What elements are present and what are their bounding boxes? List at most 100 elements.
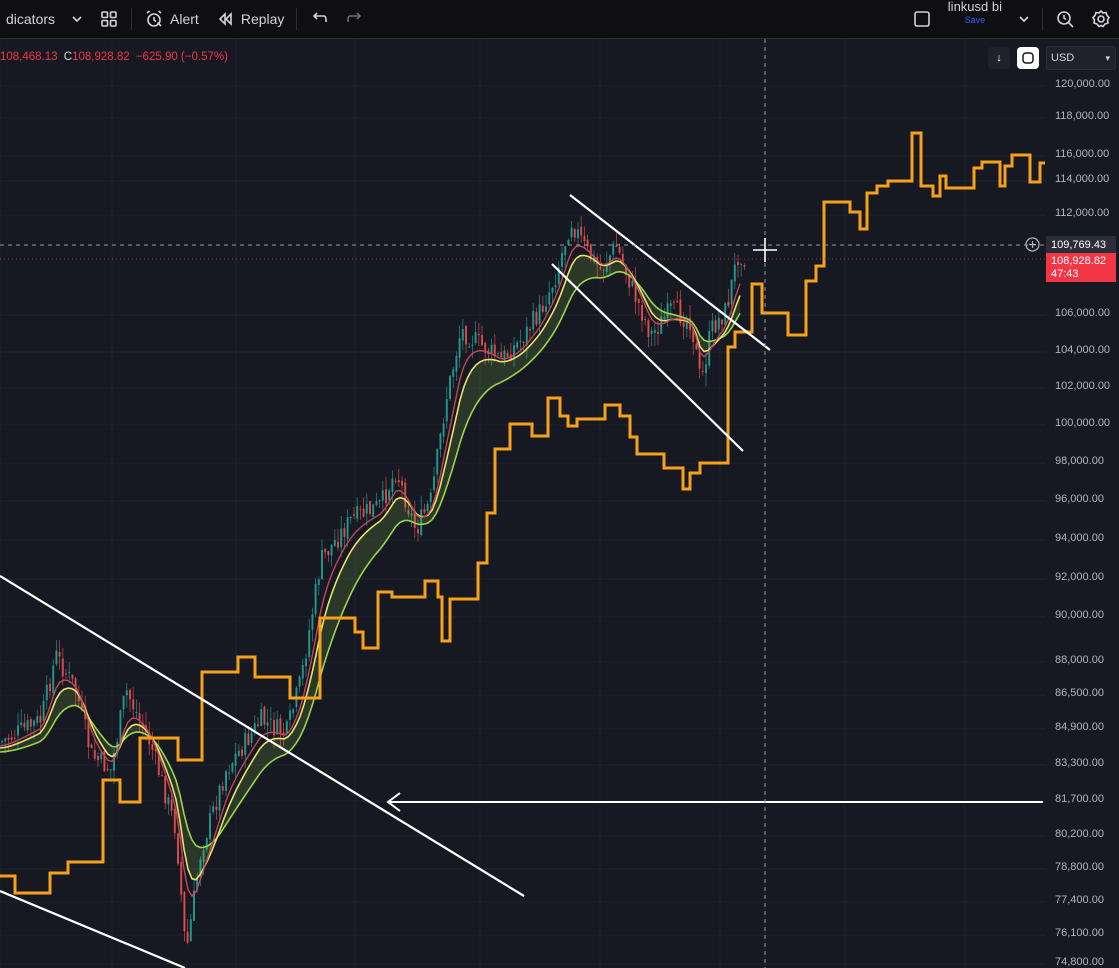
candle-body — [212, 806, 215, 813]
price-chart[interactable] — [0, 39, 1119, 968]
candle-body — [356, 505, 359, 519]
candle-body — [337, 541, 339, 548]
trendline-lower-left[interactable] — [0, 889, 186, 968]
currency-select[interactable]: USD ▾ — [1046, 46, 1116, 70]
price-tick-label: 102,000.00 — [1055, 380, 1111, 392]
candle-body — [564, 246, 567, 256]
candle-body — [218, 785, 221, 811]
price-tick-label: 120,000.00 — [1055, 78, 1111, 90]
candle-body — [426, 503, 429, 512]
auto-scale-button[interactable] — [1017, 47, 1039, 69]
candle-body — [452, 369, 455, 377]
candle-body — [548, 292, 551, 305]
indicators-button[interactable]: dicators — [0, 0, 63, 38]
candle-body — [161, 775, 163, 777]
candle-body — [170, 799, 173, 811]
candle-body — [125, 690, 128, 696]
candle-body — [468, 346, 471, 348]
price-tick-label: 114,000.00 — [1055, 173, 1110, 185]
candle-body — [372, 504, 375, 517]
candle-body — [177, 833, 179, 864]
candle-body — [135, 711, 138, 713]
candle-body — [186, 931, 189, 943]
candle-body — [365, 504, 368, 514]
candle-body — [573, 229, 576, 238]
alert-label: Alert — [170, 11, 199, 27]
candle-body — [52, 665, 55, 694]
price-tick-label: 106,000.00 — [1055, 307, 1111, 319]
candle-body — [532, 311, 535, 330]
candle-body — [151, 744, 154, 750]
candle-body — [301, 665, 304, 679]
candle-body — [471, 344, 474, 346]
candle-body — [567, 239, 570, 245]
candle-body — [228, 772, 231, 774]
candle-body — [397, 480, 400, 483]
replay-icon — [215, 9, 235, 29]
candle-body — [388, 490, 391, 501]
candle-body — [93, 750, 96, 759]
candle-body — [506, 352, 509, 357]
candle-body — [737, 262, 739, 265]
candle-body — [541, 305, 544, 312]
candle-body — [292, 709, 295, 714]
alert-button[interactable]: Alert — [136, 0, 207, 38]
candle-body — [449, 375, 451, 400]
candle-body — [68, 671, 71, 674]
candle-body — [17, 725, 19, 736]
chevron-down-icon — [1014, 9, 1034, 29]
layout-name-button[interactable]: linkusd bi Save — [940, 0, 1010, 38]
channel-lower-line[interactable] — [551, 263, 744, 452]
candle-body — [33, 720, 35, 726]
crosshair-price-label: 109,769.43 — [1046, 236, 1116, 253]
redo-button[interactable] — [337, 0, 373, 38]
templates-button[interactable] — [91, 0, 127, 38]
layout-save-label[interactable]: Save — [965, 16, 986, 25]
candle-body — [26, 720, 29, 731]
price-tick-label: 94,000.00 — [1055, 532, 1104, 544]
candle-body — [695, 343, 698, 350]
price-tick-label: 76,100.00 — [1055, 927, 1104, 939]
candle-body — [266, 722, 269, 726]
candle-body — [375, 501, 378, 505]
undo-icon — [309, 9, 329, 29]
candle-body — [445, 399, 448, 422]
candle-body — [247, 733, 250, 745]
layout-checkbox[interactable] — [904, 0, 940, 38]
scroll-to-latest-button[interactable]: ↓ — [988, 47, 1010, 69]
price-tick-label: 90,000.00 — [1055, 609, 1104, 621]
candle-body — [545, 306, 547, 312]
indicators-dropdown[interactable] — [63, 0, 91, 38]
candle-body — [535, 311, 538, 325]
redo-icon — [345, 9, 365, 29]
candle-body — [317, 579, 320, 585]
chevron-down-icon — [67, 9, 87, 29]
candle-body — [516, 342, 519, 348]
ema-red-line — [0, 245, 741, 898]
trendline-upper-left[interactable] — [0, 575, 525, 897]
last-price-label: 108,928.82 47:43 — [1046, 253, 1116, 282]
candle-body — [269, 718, 272, 720]
add-alert-plus-icon[interactable] — [1025, 237, 1040, 252]
candle-body — [721, 319, 723, 325]
candle-body — [250, 732, 253, 743]
candle-body — [439, 433, 442, 450]
undo-button[interactable] — [301, 0, 337, 38]
candle-body — [234, 753, 237, 766]
candle-body — [717, 317, 720, 330]
candle-body — [490, 344, 493, 354]
candle-body — [321, 549, 323, 580]
price-tick-label: 112,000.00 — [1055, 207, 1110, 219]
candle-body — [346, 517, 349, 539]
candle-body — [4, 738, 7, 742]
candle-body — [637, 299, 640, 303]
settings-button[interactable] — [1083, 0, 1119, 38]
replay-button[interactable]: Replay — [207, 0, 293, 38]
layout-dropdown[interactable] — [1010, 0, 1038, 38]
candle-body — [285, 721, 288, 735]
quick-search-button[interactable] — [1047, 0, 1083, 38]
candle-body — [394, 480, 397, 482]
candle-body — [676, 301, 679, 303]
candle-body — [561, 252, 563, 267]
candle-body — [481, 335, 483, 346]
